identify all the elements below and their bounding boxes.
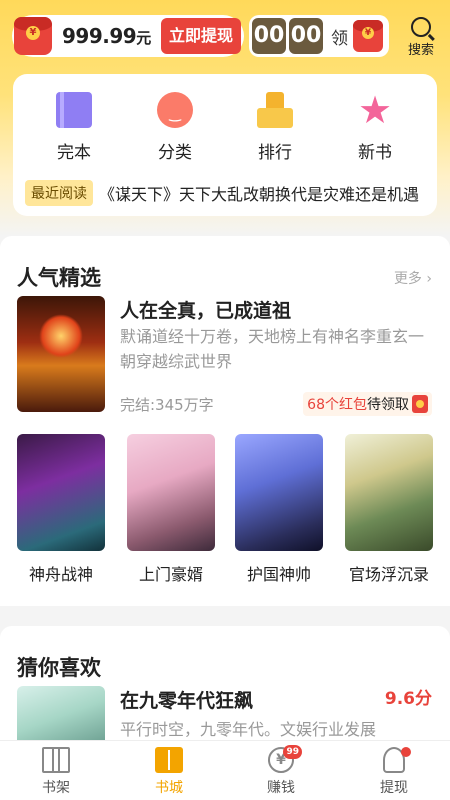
nav-earn[interactable]: ¥99 赚钱	[241, 745, 321, 797]
book-cover[interactable]	[17, 686, 105, 746]
nav-label: 书城	[155, 780, 183, 796]
more-link[interactable]: 更多 ›	[394, 268, 432, 288]
section-title: 人气精选	[17, 266, 101, 290]
category-label: 排行	[258, 143, 292, 163]
nav-label: 书架	[42, 780, 70, 796]
reward-timer[interactable]: 00 00 领	[249, 15, 389, 57]
book-cover	[345, 434, 433, 551]
book-card[interactable]: 神舟战神	[17, 434, 105, 585]
red-envelope-icon	[353, 20, 383, 52]
bookstore-icon	[155, 747, 183, 773]
redpack-suffix: 待领取	[367, 397, 409, 413]
bottom-nav: 书架 书城 ¥99 赚钱 提现	[0, 740, 450, 800]
book-title: 官场浮沉录	[348, 565, 429, 584]
recent-reading-text: 《谋天下》天下大乱改朝换代是灾难还是机遇	[99, 185, 420, 204]
book-description: 平行时空，九零年代。文娱行业发展	[120, 720, 377, 739]
withdraw-now-button[interactable]: 立即提现	[160, 18, 241, 54]
search-icon	[411, 17, 431, 37]
book-title: 护国神帅	[246, 565, 311, 584]
book-card[interactable]: 上门豪婿	[127, 434, 215, 585]
balance-amount: 999.99元	[62, 24, 151, 48]
redpack-count: 68个红包	[307, 397, 367, 413]
category-classify[interactable]: 分类	[135, 92, 215, 163]
star-icon: ★	[357, 88, 393, 132]
nav-bookshelf[interactable]: 书架	[16, 747, 96, 797]
category-label: 完本	[57, 143, 91, 163]
nav-label: 赚钱	[267, 780, 295, 796]
face-icon	[157, 92, 193, 128]
search-button[interactable]: 搜索	[402, 17, 440, 58]
rank-icon	[257, 92, 293, 128]
book-title[interactable]: 人在全真，已成道祖	[120, 296, 291, 323]
book-cover	[127, 434, 215, 551]
book-card[interactable]: 护国神帅	[235, 434, 323, 585]
user-icon	[383, 747, 411, 773]
nav-withdraw[interactable]: 提现	[354, 747, 434, 797]
category-card: 完本 分类 排行 ★ 新书 最近阅读 《谋天下》天下大乱改朝换代是灾难还是机遇	[13, 74, 437, 216]
category-new[interactable]: ★ 新书	[335, 88, 415, 163]
category-finished[interactable]: 完本	[34, 92, 114, 163]
section-title: 猜你喜欢	[17, 656, 101, 680]
timer-seconds: 00	[289, 18, 323, 54]
notification-dot	[401, 747, 411, 757]
book-title: 神舟战神	[28, 565, 93, 584]
popular-section: 人气精选 更多 › 人在全真，已成道祖 默诵道经十万卷，天地榜上有神名李重玄一朝…	[0, 236, 450, 606]
red-envelope-icon	[14, 17, 52, 55]
bookshelf-icon	[42, 747, 70, 773]
timer-minutes: 00	[252, 18, 286, 54]
redpack-badge[interactable]: 68个红包 待领取	[303, 392, 432, 416]
book-cover	[235, 434, 323, 551]
book-description: 默诵道经十万卷，天地榜上有神名李重玄一朝穿越综武世界	[120, 327, 425, 371]
earn-badge: 99	[283, 745, 302, 759]
nav-label: 提现	[380, 780, 408, 796]
red-envelope-icon	[412, 395, 428, 413]
book-score: 9.6分	[384, 689, 432, 709]
book-cover	[17, 434, 105, 551]
book-word-count: 完结:345万字	[120, 396, 214, 414]
book-icon	[56, 92, 92, 128]
category-label: 分类	[158, 143, 192, 163]
book-card[interactable]: 官场浮沉录	[345, 434, 433, 585]
category-label: 新书	[358, 143, 392, 163]
balance-pill[interactable]: 999.99元 立即提现	[12, 15, 244, 57]
nav-bookstore[interactable]: 书城	[129, 747, 209, 797]
recent-reading-tag: 最近阅读	[25, 180, 93, 206]
book-title[interactable]: 在九零年代狂飙	[120, 686, 253, 713]
timer-claim-label: 领	[331, 28, 348, 49]
book-cover[interactable]	[17, 296, 105, 412]
recent-reading[interactable]: 最近阅读 《谋天下》天下大乱改朝换代是灾难还是机遇	[25, 180, 425, 206]
yuan-icon: ¥99	[268, 745, 302, 773]
book-title: 上门豪婿	[138, 565, 203, 584]
guess-section: 猜你喜欢 在九零年代狂飙 9.6分 平行时空，九零年代。文娱行业发展	[0, 626, 450, 746]
search-label: 搜索	[407, 43, 434, 58]
category-ranking[interactable]: 排行	[235, 92, 315, 163]
